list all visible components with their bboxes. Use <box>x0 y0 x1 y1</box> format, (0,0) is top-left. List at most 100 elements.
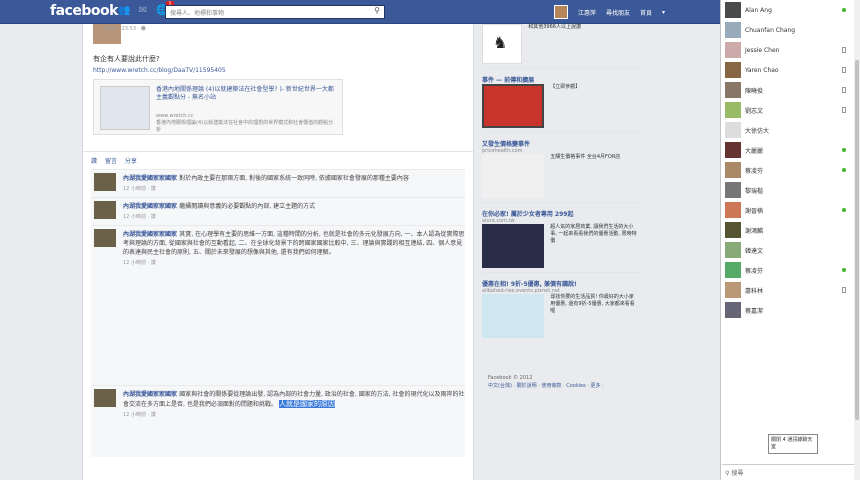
ad-image[interactable] <box>482 84 544 128</box>
avatar[interactable] <box>725 222 741 238</box>
avatar[interactable] <box>553 5 568 19</box>
ad-item[interactable]: 優惠在相! 9折-5優惠, 兼價有讀說! alibahed-rise.event… <box>482 279 642 338</box>
ad-image[interactable] <box>482 154 544 198</box>
user-name-link[interactable]: 江惠萍 <box>578 8 596 17</box>
avatar[interactable] <box>725 302 741 318</box>
avatar[interactable] <box>725 202 741 218</box>
avatar[interactable] <box>725 162 741 178</box>
ad-image[interactable]: ♞ <box>482 24 522 64</box>
avatar[interactable] <box>725 102 741 118</box>
avatar[interactable] <box>725 122 741 138</box>
chat-contact-name: 蕭科林 <box>745 287 764 295</box>
comment-time[interactable]: 12 小時前 · 讚 <box>123 411 465 418</box>
ad-image[interactable] <box>482 224 544 268</box>
chat-search-input[interactable]: ⚲ 搜尋 <box>722 464 854 478</box>
search-icon[interactable]: ⚲ <box>374 6 380 15</box>
story-link[interactable]: http://www.wretch.cc/blog/DaaTV/11595405 <box>93 67 463 74</box>
ad-image[interactable] <box>482 294 544 338</box>
chat-contact[interactable]: 劉志文 <box>721 100 860 120</box>
like-link[interactable]: 讚 <box>91 158 97 165</box>
copyright: Facebook © 2012 <box>488 375 533 381</box>
ad-title[interactable]: 又發生價格變事件 <box>482 139 642 148</box>
comment-item: 內湖我愛國家家國家 對於內政主要在那兩方面, 對後的國家系統一致同時, 依據國家… <box>91 169 465 197</box>
mobile-status-icon <box>842 47 846 53</box>
chat-contact[interactable]: 蔡凌芬 <box>721 260 860 280</box>
chat-contact[interactable]: 謝晉楠 <box>721 200 860 220</box>
avatar[interactable] <box>725 22 741 38</box>
chat-contact-name: 謝晉楠 <box>745 207 764 215</box>
chat-contact-name: Yaren Chao <box>745 66 779 74</box>
chat-contact-name: 陳曉俊 <box>745 87 764 95</box>
chat-contact[interactable]: 韓達文 <box>721 240 860 260</box>
comment-time[interactable]: 12 小時前 · 讚 <box>123 213 465 220</box>
ad-title[interactable]: 在你必家! 屬於少女者專用 299起 <box>482 209 642 218</box>
search-input[interactable]: 搜尋人、地標和事物 ⚲ <box>165 5 385 19</box>
chat-contact-name: 謝鴻麟 <box>745 227 764 235</box>
avatar[interactable] <box>725 262 741 278</box>
chat-contact[interactable]: 大麗麗 <box>721 140 860 160</box>
avatar[interactable] <box>725 62 741 78</box>
share-link[interactable]: 分享 <box>125 158 137 165</box>
friend-requests-icon[interactable]: 👥 <box>118 5 130 17</box>
avatar[interactable] <box>725 2 741 18</box>
ad-title[interactable]: 事件 — 前傳和擴展 <box>482 75 642 84</box>
comment-author[interactable]: 內湖我愛國家家國家 <box>123 203 177 210</box>
mobile-status-icon <box>842 107 846 113</box>
avatar[interactable] <box>725 42 741 58</box>
news-feed: 星期三 23:53 · ☻ 有企有人要說此什麼? http://www.wret… <box>82 24 474 480</box>
avatar[interactable] <box>725 142 741 158</box>
avatar[interactable] <box>94 389 116 407</box>
ad-desc: 超人氣的家居商業, 讓我們生活的大小事, 一起來看看我們的優惠活動, 限時特價 <box>550 224 637 244</box>
avatar[interactable] <box>725 242 741 258</box>
facebook-logo[interactable]: facebook <box>50 3 118 19</box>
home-link[interactable]: 首頁 <box>640 8 652 17</box>
online-status-icon <box>842 148 846 152</box>
scrollbar-thumb[interactable] <box>855 60 859 420</box>
chat-contact[interactable]: 蔡凌芬 <box>721 160 860 180</box>
comment-author[interactable]: 內湖我愛國家家國家 <box>123 391 177 398</box>
comment-author[interactable]: 內湖我愛國家家國家 <box>123 231 177 238</box>
ad-title[interactable]: 優惠在相! 9折-5優惠, 兼價有讀說! <box>482 279 642 288</box>
jewel-bar: 👥 ✉ 🌐1 <box>118 1 174 17</box>
chat-contact[interactable]: Alan Ang <box>721 0 860 20</box>
comment-time[interactable]: 12 小時前 · 讚 <box>123 259 465 266</box>
chat-contact-name: 蔡凌芬 <box>745 267 764 275</box>
preview-desc: 香港內地關係理論(4)以就建築法在社會中的理想的世界模式和社會價值的觀點分析 <box>156 120 334 133</box>
chat-contact[interactable]: 大徐仿大 <box>721 120 860 140</box>
preview-thumbnail[interactable] <box>100 86 150 130</box>
find-friends-link[interactable]: 尋找朋友 <box>606 8 630 17</box>
chat-sidebar: Alan Ang Chuanfan Chang Jessie Chen Yaren C… <box>720 0 860 480</box>
avatar[interactable] <box>94 201 116 219</box>
avatar[interactable] <box>725 282 741 298</box>
avatar[interactable] <box>725 82 741 98</box>
chat-contact[interactable]: Chuanfan Chang <box>721 20 860 40</box>
avatar[interactable] <box>725 182 741 198</box>
chat-contact[interactable]: 蕭科林 <box>721 280 860 300</box>
comment-author[interactable]: 內湖我愛國家家國家 <box>123 175 177 182</box>
chat-contact[interactable]: 陳曉俊 <box>721 80 860 100</box>
chat-contact[interactable]: Jessie Chen <box>721 40 860 60</box>
link-preview[interactable]: 香港內地關係理論 (4)以就建築法在社會型學? )- 新世紀世界一大都主義觀點分… <box>93 79 343 135</box>
comment-link[interactable]: 留言 <box>105 158 117 165</box>
chat-contact-name: 蔡凌芬 <box>745 167 764 175</box>
ad-item[interactable]: 在你必家! 屬於少女者專用 299起 alura.com.tw 超人氣的家居商業… <box>482 209 642 273</box>
chat-contact[interactable]: 謝鴻麟 <box>721 220 860 240</box>
ad-item[interactable]: ♞ 和其他3966人以上說讚 <box>482 24 642 69</box>
avatar[interactable] <box>94 229 116 247</box>
chat-contact-name: 韓達文 <box>745 247 764 255</box>
scrollbar[interactable] <box>854 0 860 480</box>
chat-contact-name: 劉志文 <box>745 107 764 115</box>
comment-time[interactable]: 12 小時前 · 讚 <box>123 185 465 192</box>
chat-contact[interactable]: 黎瑞楷 <box>721 180 860 200</box>
footer-links[interactable]: 中文(台灣) · 關於說明 · 使用條款 · Cookies · 更多 · <box>488 382 638 390</box>
ad-item[interactable]: 又發生價格變事件 pricehealth.com 五購生價格事件 全台4月FOR… <box>482 139 642 203</box>
chat-contact[interactable]: Yaren Chao <box>721 60 860 80</box>
mobile-status-icon <box>842 87 846 93</box>
online-status-icon <box>842 208 846 212</box>
chevron-down-icon[interactable]: ▾ <box>662 9 665 16</box>
messages-icon[interactable]: ✉ <box>137 5 149 17</box>
ad-item[interactable]: 事件 — 前傳和擴展 【立即參觀】 <box>482 75 642 133</box>
chat-contact[interactable]: 蔡嘉潔 <box>721 300 860 320</box>
avatar[interactable] <box>94 173 116 191</box>
preview-title[interactable]: 香港內地關係理論 (4)以就建築法在社會型學? )- 新世紀世界一大都主義觀點分… <box>156 86 336 102</box>
